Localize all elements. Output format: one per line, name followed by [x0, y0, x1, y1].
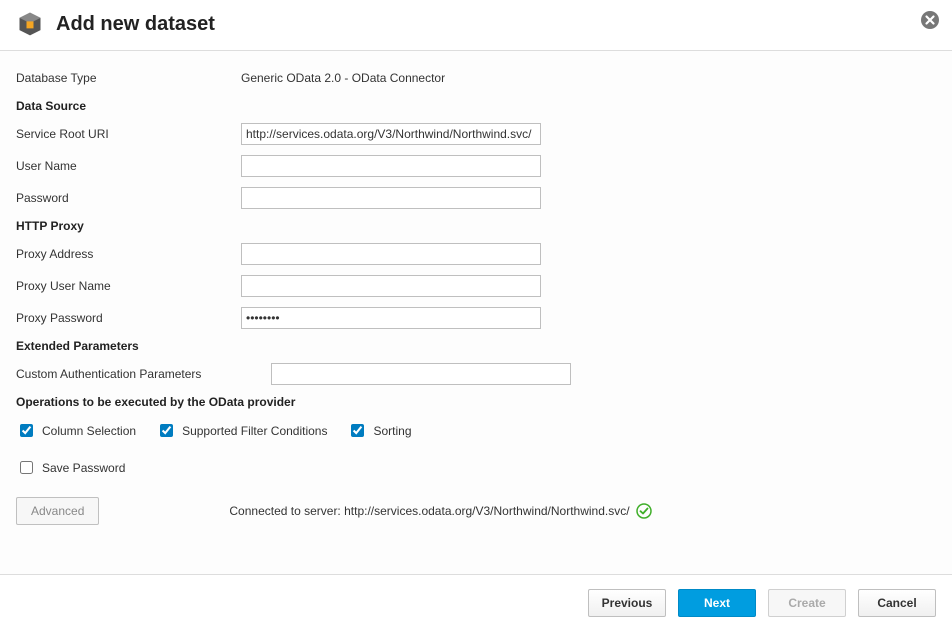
sorting-item[interactable]: Sorting — [347, 421, 411, 440]
data-source-section: Data Source — [16, 99, 936, 113]
connection-status: Connected to server: http://services.oda… — [229, 503, 651, 519]
supported-filter-conditions-label: Supported Filter Conditions — [182, 424, 327, 438]
dialog-header: Add new dataset — [0, 0, 952, 51]
cancel-button[interactable]: Cancel — [858, 589, 936, 617]
service-root-uri-row: Service Root URI — [16, 123, 936, 145]
operations-section: Operations to be executed by the OData p… — [16, 395, 936, 409]
column-selection-item[interactable]: Column Selection — [16, 421, 136, 440]
column-selection-label: Column Selection — [42, 424, 136, 438]
proxy-password-label: Proxy Password — [16, 311, 241, 325]
sorting-checkbox[interactable] — [351, 424, 364, 437]
password-input[interactable] — [241, 187, 541, 209]
proxy-password-row: Proxy Password — [16, 307, 936, 329]
close-icon[interactable] — [920, 10, 940, 30]
user-name-input[interactable] — [241, 155, 541, 177]
dialog-footer: Previous Next Create Cancel — [0, 575, 952, 631]
sorting-label: Sorting — [373, 424, 411, 438]
http-proxy-section: HTTP Proxy — [16, 219, 936, 233]
custom-auth-params-input[interactable] — [271, 363, 571, 385]
dialog-body: Database Type Generic OData 2.0 - OData … — [0, 51, 952, 575]
proxy-user-name-input[interactable] — [241, 275, 541, 297]
proxy-user-name-label: Proxy User Name — [16, 279, 241, 293]
database-type-row: Database Type Generic OData 2.0 - OData … — [16, 67, 936, 89]
proxy-address-label: Proxy Address — [16, 247, 241, 261]
save-password-label: Save Password — [42, 461, 125, 475]
proxy-address-row: Proxy Address — [16, 243, 936, 265]
create-button[interactable]: Create — [768, 589, 846, 617]
save-password-checkbox[interactable] — [20, 461, 33, 474]
next-button[interactable]: Next — [678, 589, 756, 617]
extended-params-section: Extended Parameters — [16, 339, 936, 353]
connection-status-text: Connected to server: http://services.oda… — [229, 504, 629, 518]
password-row: Password — [16, 187, 936, 209]
save-password-item[interactable]: Save Password — [16, 458, 125, 477]
custom-auth-params-row: Custom Authentication Parameters — [16, 363, 936, 385]
service-root-uri-input[interactable] — [241, 123, 541, 145]
app-logo-icon — [16, 10, 44, 38]
proxy-address-input[interactable] — [241, 243, 541, 265]
service-root-uri-label: Service Root URI — [16, 127, 241, 141]
advanced-button[interactable]: Advanced — [16, 497, 99, 525]
success-check-icon — [636, 503, 652, 519]
dialog-title: Add new dataset — [56, 13, 215, 36]
password-label: Password — [16, 191, 241, 205]
proxy-user-name-row: Proxy User Name — [16, 275, 936, 297]
custom-auth-params-label: Custom Authentication Parameters — [16, 367, 271, 381]
supported-filter-conditions-item[interactable]: Supported Filter Conditions — [156, 421, 327, 440]
previous-button[interactable]: Previous — [588, 589, 666, 617]
operations-row: Column Selection Supported Filter Condit… — [16, 421, 936, 440]
column-selection-checkbox[interactable] — [20, 424, 33, 437]
database-type-value: Generic OData 2.0 - OData Connector — [241, 71, 445, 85]
save-password-row: Save Password — [16, 458, 936, 477]
bottom-status-row: Advanced Connected to server: http://ser… — [16, 497, 936, 525]
proxy-password-input[interactable] — [241, 307, 541, 329]
supported-filter-conditions-checkbox[interactable] — [160, 424, 173, 437]
user-name-label: User Name — [16, 159, 241, 173]
add-dataset-dialog: Add new dataset Database Type Generic OD… — [0, 0, 952, 631]
user-name-row: User Name — [16, 155, 936, 177]
database-type-label: Database Type — [16, 71, 241, 85]
